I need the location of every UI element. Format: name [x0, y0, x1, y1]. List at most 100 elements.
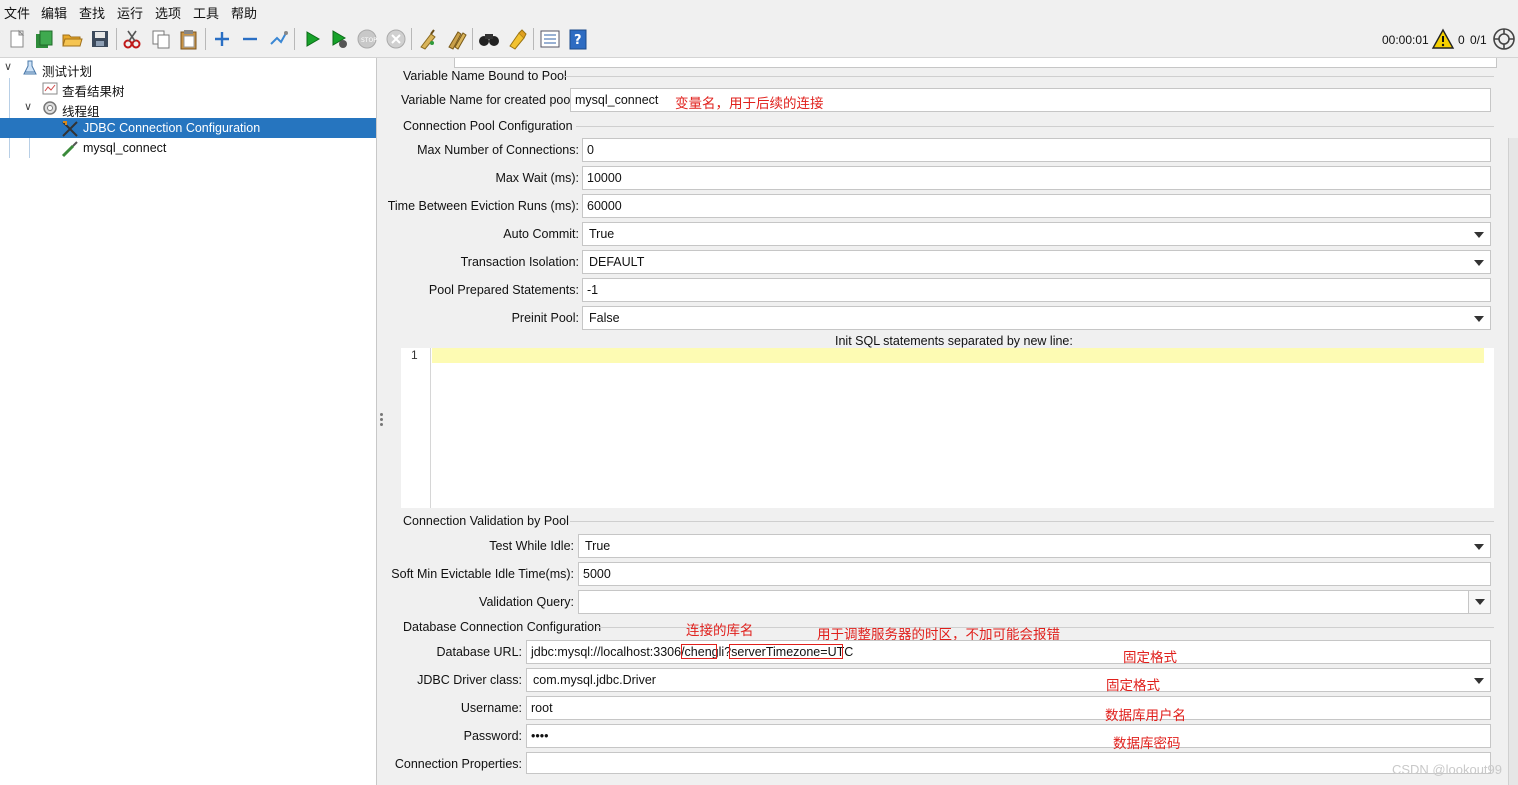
menu-options[interactable]: 选项 — [155, 3, 181, 22]
tree-item-test-plan[interactable]: ∨ 测试计划 — [0, 58, 376, 79]
search-icon[interactable] — [476, 26, 502, 52]
toggle-icon[interactable] — [265, 26, 291, 52]
tree-item-jdbc-config[interactable]: JDBC Connection Configuration — [0, 118, 376, 138]
warning-icon[interactable] — [1430, 26, 1456, 52]
start-icon[interactable] — [299, 26, 325, 52]
thread-count: 0/1 — [1470, 33, 1487, 47]
max-wait-label: Max Wait (ms): — [495, 171, 579, 185]
username-input[interactable]: root — [526, 696, 1491, 720]
menu-file[interactable]: 文件 — [4, 3, 30, 22]
line-number: 1 — [411, 348, 418, 362]
templates-icon[interactable] — [31, 26, 57, 52]
panel-splitter[interactable] — [377, 58, 386, 785]
db-url-label: Database URL: — [436, 645, 522, 659]
menu-bar: 文件 编辑 查找 运行 选项 工具 帮助 — [0, 0, 1518, 22]
warning-count: 0 — [1458, 33, 1465, 47]
cut-icon[interactable] — [119, 26, 145, 52]
menu-run[interactable]: 运行 — [117, 3, 143, 22]
jdbc-config-panel: Variable Name Bound to Pool Variable Nam… — [386, 58, 1518, 785]
chevron-down-icon — [1474, 678, 1484, 684]
help-icon[interactable]: ? — [565, 26, 591, 52]
menu-help[interactable]: 帮助 — [231, 3, 257, 22]
tree-item-mysql-connect[interactable]: mysql_connect — [0, 138, 376, 158]
connection-props-input[interactable] — [526, 752, 1491, 774]
remote-status-icon[interactable] — [1491, 26, 1517, 52]
clear-all-icon[interactable] — [444, 26, 470, 52]
chevron-down-icon[interactable]: ∨ — [24, 100, 32, 113]
init-sql-editor[interactable]: 1 — [401, 348, 1494, 508]
isolation-label: Transaction Isolation: — [460, 255, 579, 269]
connection-props-label: Connection Properties: — [394, 757, 522, 771]
annotation-var-name: 变量名，用于后续的连接 — [675, 96, 824, 111]
isolation-select[interactable]: DEFAULT — [582, 250, 1491, 274]
test-idle-label: Test While Idle: — [489, 539, 574, 553]
menu-search[interactable]: 查找 — [79, 3, 105, 22]
current-line-highlight — [432, 348, 1484, 363]
auto-commit-select[interactable]: True — [582, 222, 1491, 246]
function-helper-icon[interactable] — [537, 26, 563, 52]
max-wait-input[interactable]: 10000 — [582, 166, 1491, 190]
listener-icon — [42, 80, 58, 96]
eviction-input[interactable]: 60000 — [582, 194, 1491, 218]
prepared-statements-label: Pool Prepared Statements: — [428, 283, 579, 297]
soft-min-input[interactable]: 5000 — [578, 562, 1491, 586]
toolbar: STOP ? 00:00:01 0 0/1 — [0, 22, 1518, 58]
sampler-icon — [61, 140, 78, 158]
paste-icon[interactable] — [176, 26, 202, 52]
new-icon[interactable] — [4, 26, 30, 52]
section-pool-config: Connection Pool Configuration — [403, 119, 573, 133]
preinit-pool-select[interactable]: False — [582, 306, 1491, 330]
auto-commit-label: Auto Commit: — [503, 227, 579, 241]
highlight-timezone — [729, 644, 843, 659]
chevron-down-icon — [1474, 544, 1484, 550]
collapse-icon[interactable] — [237, 26, 263, 52]
copy-icon[interactable] — [148, 26, 174, 52]
password-input[interactable]: •••• — [526, 724, 1491, 748]
password-label: Password: — [463, 729, 522, 743]
annotation-db-password: 数据库密码 — [1113, 736, 1181, 751]
section-db-connection: Database Connection Configuration — [403, 620, 602, 634]
db-url-input[interactable]: jdbc:mysql://localhost:3306/chengli?serv… — [526, 640, 1491, 664]
init-sql-label: Init SQL statements separated by new lin… — [835, 334, 1073, 348]
reset-search-icon[interactable] — [505, 26, 531, 52]
test-idle-select[interactable]: True — [578, 534, 1491, 558]
menu-edit[interactable]: 编辑 — [41, 3, 67, 22]
chevron-down-icon[interactable]: ∨ — [4, 60, 12, 73]
annotation-fixed-format-2: 固定格式 — [1106, 678, 1160, 693]
open-icon[interactable] — [59, 26, 85, 52]
validation-query-dropdown[interactable] — [1468, 591, 1490, 613]
highlight-db-name — [681, 644, 717, 659]
preinit-pool-label: Preinit Pool: — [511, 311, 579, 325]
tree-item-thread-group[interactable]: ∨ 线程组 — [0, 98, 376, 119]
driver-class-select[interactable]: com.mysql.jdbc.Driver — [526, 668, 1491, 692]
config-element-icon — [61, 120, 78, 137]
max-connections-input[interactable]: 0 — [582, 138, 1491, 162]
start-no-pause-icon[interactable] — [326, 26, 352, 52]
shutdown-icon[interactable] — [383, 26, 409, 52]
save-icon[interactable] — [87, 26, 113, 52]
annotation-db-user: 数据库用户名 — [1105, 708, 1186, 723]
tree-item-results-tree[interactable]: 查看结果树 — [0, 78, 376, 99]
annotation-db-name: 连接的库名 — [686, 623, 754, 638]
validation-query-label: Validation Query: — [479, 595, 574, 609]
expand-icon[interactable] — [209, 26, 235, 52]
driver-class-label: JDBC Driver class: — [417, 673, 522, 687]
name-field[interactable] — [454, 58, 1497, 68]
clear-icon[interactable] — [415, 26, 441, 52]
chevron-down-icon — [1474, 232, 1484, 238]
vertical-scrollbar[interactable] — [1508, 138, 1518, 785]
var-name-label: Variable Name for created pool: — [401, 93, 577, 107]
username-label: Username: — [460, 701, 522, 715]
annotation-fixed-format-1: 固定格式 — [1123, 650, 1177, 665]
test-plan-icon — [22, 60, 38, 76]
svg-text:STOP: STOP — [361, 37, 377, 44]
chevron-down-icon — [1474, 316, 1484, 322]
soft-min-label: Soft Min Evictable Idle Time(ms): — [391, 567, 574, 581]
menu-tools[interactable]: 工具 — [193, 3, 219, 22]
validation-query-combo[interactable] — [578, 590, 1491, 614]
prepared-statements-input[interactable]: -1 — [582, 278, 1491, 302]
stop-icon[interactable]: STOP — [354, 26, 380, 52]
chevron-down-icon — [1475, 599, 1485, 605]
svg-text:?: ? — [574, 33, 582, 48]
section-validation: Connection Validation by Pool — [403, 514, 569, 528]
